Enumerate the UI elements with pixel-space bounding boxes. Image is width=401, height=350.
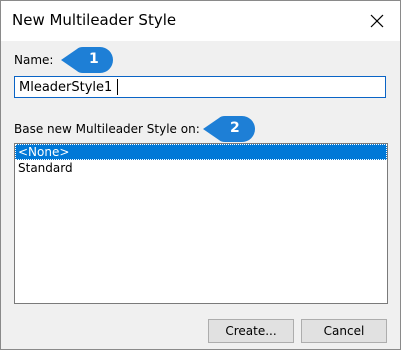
base-style-label: Base new Multileader Style on:	[14, 122, 200, 136]
list-item-none[interactable]: <None>	[15, 144, 387, 160]
create-button[interactable]: Create...	[208, 319, 294, 343]
new-multileader-style-dialog: New Multileader Style Name: Base new Mul…	[0, 0, 401, 350]
close-button[interactable]	[360, 5, 394, 37]
callout-marker-icon	[61, 47, 113, 73]
dialog-title: New Multileader Style	[12, 11, 177, 29]
list-item-standard[interactable]: Standard	[15, 160, 387, 176]
text-caret	[117, 79, 118, 95]
close-icon	[370, 14, 384, 28]
callout-2-number: 2	[230, 120, 240, 136]
title-bar: New Multileader Style	[1, 1, 400, 41]
cancel-button[interactable]: Cancel	[301, 319, 387, 343]
name-label: Name:	[14, 53, 54, 67]
name-input[interactable]	[14, 76, 386, 98]
base-style-listbox[interactable]: <None> Standard	[14, 143, 388, 304]
callout-marker-icon	[203, 116, 255, 142]
callout-1-number: 1	[89, 51, 99, 67]
